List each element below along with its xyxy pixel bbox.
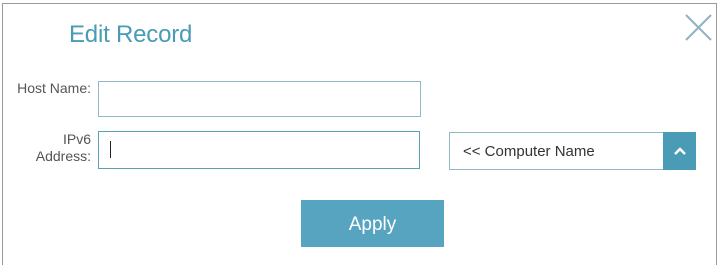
computer-name-select[interactable]: << Computer Name <box>449 132 696 170</box>
host-name-input[interactable] <box>98 81 421 117</box>
host-name-label: Host Name: <box>17 80 91 96</box>
ipv6-address-label: IPv6 Address: <box>35 131 91 164</box>
close-icon[interactable] <box>682 11 714 43</box>
ipv6-address-input[interactable] <box>98 131 420 169</box>
apply-button[interactable]: Apply <box>301 200 444 247</box>
chevron-up-icon[interactable] <box>663 132 696 170</box>
edit-record-dialog: Edit Record Host Name: IPv6 Address: << … <box>2 3 717 265</box>
computer-name-select-value: << Computer Name <box>463 143 595 160</box>
text-caret <box>110 141 111 158</box>
dialog-title: Edit Record <box>69 21 193 48</box>
